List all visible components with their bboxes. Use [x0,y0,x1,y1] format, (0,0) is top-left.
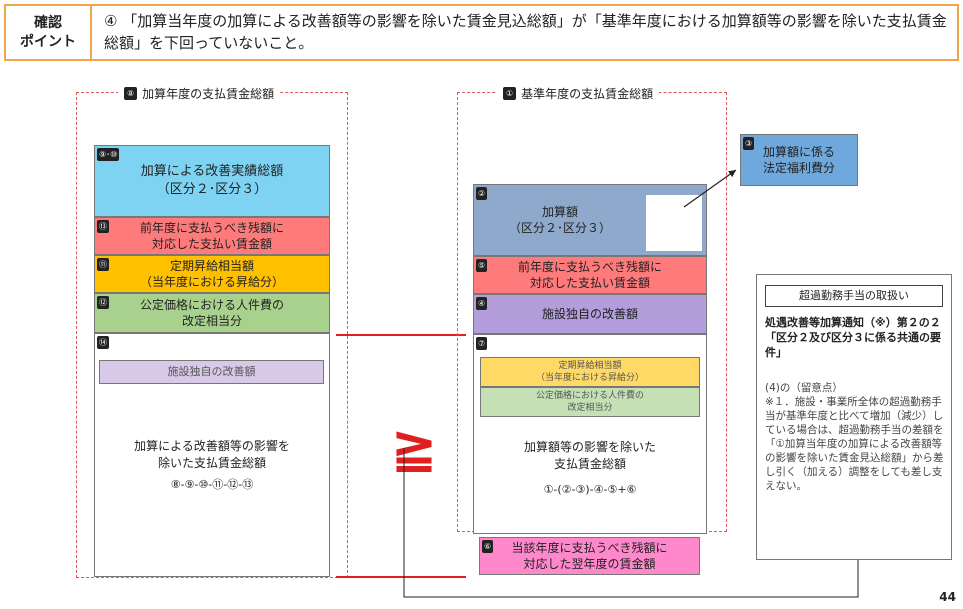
greater-equal-symbol: ≧ [390,415,438,480]
base-adjusted-total-text: 加算額等の影響を除いた 支払賃金総額 ①-(②-③)-④-⑤+⑥ [474,439,706,498]
overtime-note: ※１．施設・事業所全体の超過勤務手当が基準年度と比べて増加（減少）している場合は… [765,396,944,492]
compare-line-top [336,334,466,336]
welfare-share-placeholder [646,195,702,251]
next-year-remaining-box: ⑥ 当該年度に支払うべき残額に 対応した翌年度の賃金額 [479,537,700,575]
prior-year-remaining-box: ⑬ 前年度に支払うべき残額に 対応した支払い賃金額 [94,217,330,255]
header-label: 確認 ポイント [6,6,92,59]
public-price-revision-box: ⑫ 公定価格における人件費の 改定相当分 [94,293,330,333]
right-formula: ①-(②-③)-④-⑤+⑥ [543,483,637,496]
regular-raise-box: ⑪ 定期昇給相当額 （当年度における昇給分） [94,255,330,293]
check-point-header: 確認 ポイント ④ 「加算当年度の加算による改善額等の影響を除いた賃金見込総額」… [4,4,959,61]
left-formula: ⑧-⑨-⑩-⑪-⑫-⑬ [170,478,254,491]
legal-welfare-box: ③ 加算額に係る 法定福利費分 [740,134,858,186]
adjusted-total-box: ⑭ 施設独自の改善額 加算による改善額等の影響を 除いた支払賃金総額 ⑧-⑨-⑩… [94,333,330,577]
overtime-title: 超過勤務手当の取扱い [765,285,943,307]
right-prior-year-remaining-box: ⑤ 前年度に支払うべき残額に 対応した支払い賃金額 [473,256,707,294]
compare-line-bottom [336,576,466,578]
right-frame-title: ① 基準年度の支払賃金総額 [497,85,660,101]
header-text: ④ 「加算当年度の加算による改善額等の影響を除いた賃金見込総額」が「基準年度にお… [104,12,947,52]
addition-amount-box: ② 加算額 （区分２･区分３） [473,184,707,256]
overtime-sub: (4)の（留意点） [765,382,843,394]
public-price-revision-inner: 公定価格における人件費の 改定相当分 [480,387,700,417]
base-adjusted-total-box: ⑦ 定期昇給相当額 （当年度における昇給分） 公定価格における人件費の 改定相当… [473,334,707,534]
left-frame-title: ⑧ 加算年度の支払賃金総額 [118,85,281,101]
overtime-heading: 処遇改善等加算通知（※）第２の２「区分２及び区分３に係る共通の要件」 [765,316,941,359]
facility-improvement-inner: 施設独自の改善額 [99,360,324,384]
adjusted-total-text: 加算による改善額等の影響を 除いた支払賃金総額 ⑧-⑨-⑩-⑪-⑫-⑬ [95,438,329,493]
page-number: 44 [939,590,956,604]
facility-improvement-box: ④ 施設独自の改善額 [473,294,707,334]
overtime-note-box: 超過勤務手当の取扱い 処遇改善等加算通知（※）第２の２「区分２及び区分３に係る共… [756,274,952,560]
regular-raise-inner: 定期昇給相当額 （当年度における昇給分） [480,357,700,387]
improvement-total-box: ⑨･⑩ 加算による改善実績総額 （区分２･区分３） [94,145,330,217]
